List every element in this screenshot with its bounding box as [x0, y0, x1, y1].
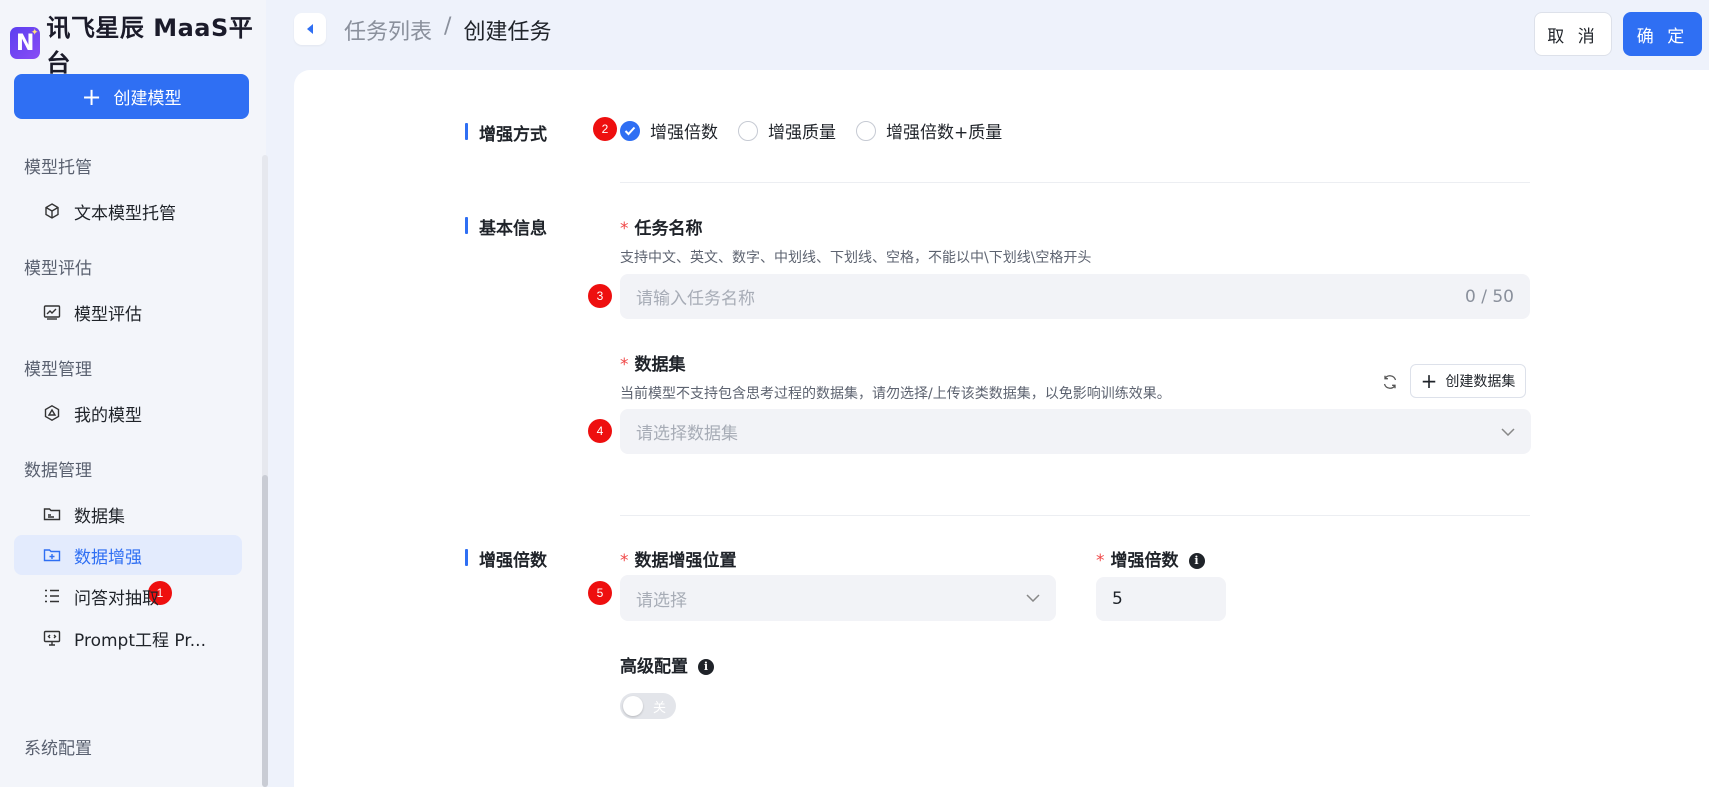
group-label-eval: 模型评估 [24, 259, 92, 279]
toggle-text: 关 [653, 700, 667, 716]
hexagon-icon [42, 403, 62, 423]
chevron-down-icon [1026, 594, 1040, 602]
chart-icon [42, 302, 62, 322]
dataset-hint: 当前模型不支持包含思考过程的数据集，请勿选择/上传该类数据集，以免影响训练效果。 [620, 386, 1171, 402]
brand-logo[interactable]: N ✦ 讯飞星辰 MaaS平台 [10, 8, 266, 78]
check-icon [620, 120, 640, 141]
group-label-data: 数据管理 [24, 461, 92, 481]
sidebar-item-label: 问答对抽取 [74, 588, 159, 609]
info-icon[interactable]: i [698, 658, 714, 675]
sidebar-item-my-models[interactable]: 我的模型 [14, 393, 242, 433]
advanced-config-toggle[interactable]: 关 [620, 693, 676, 719]
radio-circle-icon [738, 120, 758, 141]
radio-label: 增强质量 [768, 123, 836, 143]
sidebar-item-label: 我的模型 [74, 405, 142, 426]
step-badge-4: 4 [588, 419, 612, 443]
group-label-hosting: 模型托管 [24, 158, 92, 178]
plus-icon: + [81, 82, 102, 111]
back-button[interactable] [294, 13, 326, 45]
folder-icon [42, 504, 62, 524]
radio-label: 增强倍数+质量 [886, 123, 1003, 143]
divider [620, 515, 1530, 516]
brand-name: 讯飞星辰 MaaS平台 [46, 14, 254, 77]
multiplier-label: * 增强倍数 i [1096, 546, 1205, 571]
multiplier-value: 5 [1112, 589, 1123, 609]
sidebar-item-model-eval[interactable]: 模型评估 [14, 292, 242, 332]
confirm-button[interactable]: 确 定 [1623, 12, 1702, 56]
screen-icon [42, 628, 62, 648]
chevron-down-icon [1501, 427, 1515, 436]
advanced-config-label-text: 高级配置 [620, 657, 688, 677]
list-icon [42, 586, 62, 606]
task-name-label: * 任务名称 [620, 219, 703, 239]
folder-plus-icon [42, 545, 62, 565]
sidebar-item-label: Prompt工程 Pr... [74, 630, 206, 651]
section-title-enhance-method: 增强方式 [465, 120, 547, 145]
sidebar-item-datasets[interactable]: 数据集 [14, 494, 242, 534]
augment-position-label-text: 数据增强位置 [634, 551, 737, 571]
task-name-input[interactable]: 请输入任务名称 0 / 50 [620, 274, 1530, 319]
radio-enhance-multiplier-quality[interactable]: 增强倍数+质量 [856, 118, 1002, 143]
dataset-placeholder: 请选择数据集 [636, 424, 738, 444]
dataset-select[interactable]: 请选择数据集 [620, 409, 1531, 454]
section-title-multiplier: 增强倍数 [465, 546, 547, 571]
sidebar-item-prompt-engineering[interactable]: Prompt工程 Pr... [14, 618, 242, 658]
sidebar-item-text-model-hosting[interactable]: 文本模型托管 [14, 191, 242, 231]
augment-position-label: * 数据增强位置 [620, 551, 737, 571]
section-title-basic-info: 基本信息 [465, 214, 547, 239]
group-label-system: 系统配置 [24, 739, 92, 759]
multiplier-input[interactable]: 5 [1096, 577, 1226, 621]
step-badge-2: 2 [593, 117, 617, 141]
task-name-label-text: 任务名称 [634, 219, 703, 239]
group-label-management: 模型管理 [24, 360, 92, 380]
dataset-label-text: 数据集 [634, 355, 686, 375]
create-dataset-label: 创建数据集 [1445, 374, 1516, 390]
multiplier-label-text: 增强倍数 [1110, 551, 1179, 571]
radio-enhance-multiplier[interactable]: 增强倍数 [620, 118, 718, 143]
radio-enhance-quality[interactable]: 增强质量 [738, 118, 836, 143]
divider [620, 182, 1530, 183]
caret-left-icon [307, 24, 313, 34]
step-badge-3: 3 [588, 284, 612, 308]
breadcrumb-parent[interactable]: 任务列表 [344, 14, 432, 46]
radio-label: 增强倍数 [650, 123, 718, 143]
sidebar-item-label: 数据集 [74, 506, 125, 527]
refresh-icon[interactable] [1380, 372, 1400, 392]
cancel-button[interactable]: 取 消 [1534, 12, 1612, 56]
create-model-label: 创建模型 [113, 89, 182, 109]
sidebar-item-label: 数据增强 [74, 547, 142, 568]
augment-position-select[interactable]: 请选择 [620, 575, 1056, 621]
create-dataset-button[interactable]: + 创建数据集 [1410, 364, 1526, 398]
info-icon[interactable]: i [1188, 552, 1205, 569]
breadcrumb-current: 创建任务 [463, 20, 552, 45]
breadcrumb-separator: / [444, 14, 452, 39]
cube-icon [42, 201, 62, 221]
task-name-hint: 支持中文、英文、数字、中划线、下划线、空格，不能以中\下划线\空格开头 [620, 250, 1092, 266]
sidebar-item-qa-extraction[interactable]: 问答对抽取 [14, 576, 242, 616]
plus-icon: + [1420, 369, 1438, 393]
dataset-label: * 数据集 [620, 355, 686, 375]
step-badge-5: 5 [588, 581, 612, 605]
sidebar-item-data-augmentation[interactable]: 数据增强 [14, 535, 242, 575]
enhance-method-radio-group: 增强倍数 增强质量 增强倍数+质量 [620, 118, 1022, 143]
logo-icon: N ✦ [10, 27, 41, 59]
breadcrumb: 任务列表 / 创建任务 [344, 14, 551, 46]
char-counter: 0 / 50 [1465, 286, 1514, 307]
sidebar: N ✦ 讯飞星辰 MaaS平台 + 创建模型 模型托管 文本模型托管 模型评估 模… [0, 0, 268, 787]
toggle-knob [623, 696, 643, 716]
augment-position-placeholder: 请选择 [636, 590, 687, 611]
advanced-config-label: 高级配置 i [620, 652, 714, 677]
sidebar-item-label: 模型评估 [74, 304, 142, 325]
sidebar-item-label: 文本模型托管 [74, 203, 176, 224]
create-model-button[interactable]: + 创建模型 [14, 74, 249, 119]
sidebar-scrollbar-thumb[interactable] [262, 475, 268, 787]
radio-circle-icon [856, 120, 876, 141]
task-name-placeholder: 请输入任务名称 [636, 289, 755, 309]
